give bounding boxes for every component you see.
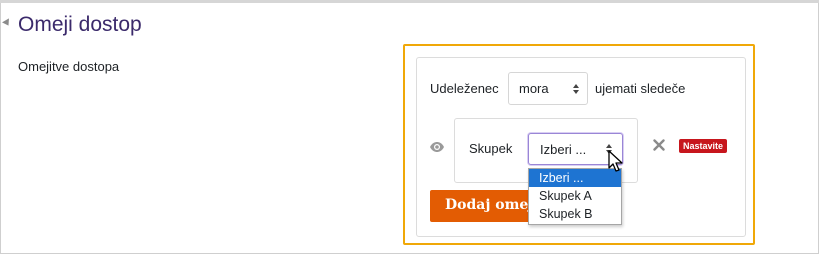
condition-type-label: Skupek [469,141,513,156]
eye-icon[interactable] [429,140,445,154]
dropdown-option[interactable]: Skupek B [529,205,621,223]
top-border [0,0,819,3]
section-title[interactable]: Omeji dostop [18,13,142,37]
participant-label: Udeleženec [430,81,499,96]
must-select-value: mora [519,81,549,96]
must-select[interactable]: mora [508,72,588,105]
add-restriction-button[interactable]: Dodaj omejitev... [430,190,540,222]
group-select-value: Izberi ... [540,142,587,157]
mouse-cursor-icon [608,150,623,172]
match-following-label: ujemati sledeče [595,81,686,96]
close-icon[interactable] [653,139,665,151]
dropdown-option[interactable]: Skupek A [529,187,621,205]
updown-arrow-icon [573,84,580,95]
restrict-access-label: Omejitve dostopa [18,59,120,74]
group-dropdown: Izberi ... Skupek A Skupek B [528,168,622,225]
required-badge: Nastavite [679,139,728,153]
